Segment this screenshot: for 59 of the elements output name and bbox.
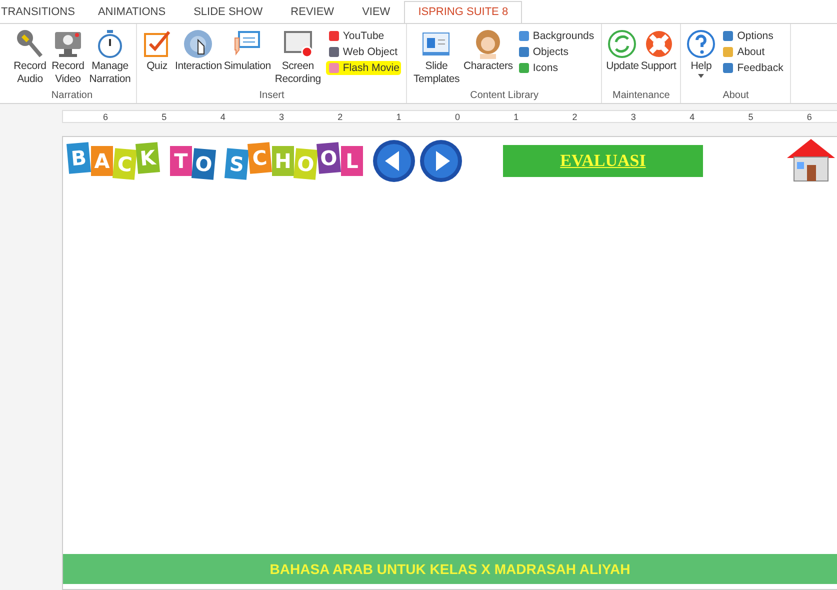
refresh-icon [606, 28, 638, 60]
ribbon-small-button[interactable]: Web Object [326, 45, 402, 59]
ruler-number: 4 [220, 112, 226, 122]
ruler-number: 1 [514, 112, 519, 122]
ribbon-small-button[interactable]: YouTube [326, 29, 402, 43]
ribbon-small-button[interactable]: About [720, 45, 786, 59]
letter-tile: S [224, 148, 249, 180]
ribbon-button[interactable]: Manage Narration [87, 26, 133, 90]
ruler-number: 5 [162, 112, 167, 122]
letter-tile: B [66, 142, 91, 174]
ribbon-button[interactable]: Interaction [174, 26, 223, 90]
ribbon-button[interactable]: Record Video [49, 26, 87, 90]
ruler-number: 2 [338, 112, 343, 122]
ruler-number: 0 [454, 112, 460, 122]
ruler-number: 3 [278, 112, 284, 122]
ruler-number: 1 [396, 112, 402, 122]
group-label: Insert [258, 90, 286, 103]
ribbon-small-button[interactable]: Feedback [720, 61, 786, 75]
group-label: Maintenance [612, 90, 671, 103]
letter-tile: L [341, 146, 363, 176]
ribbon-tab[interactable]: ISPRING SUITE 8 [404, 1, 522, 23]
ribbon-button[interactable]: Help [684, 26, 718, 90]
group-label: Content Library [469, 90, 540, 103]
letter-tile: O [293, 148, 318, 180]
ribbon-button[interactable]: Simulation [222, 26, 272, 90]
ribbon-button[interactable]: Update [605, 26, 640, 90]
ruler-number: 3 [630, 112, 636, 122]
letter-tile: C [247, 142, 272, 174]
next-button-icon[interactable] [419, 139, 463, 183]
ribbon-button[interactable]: Record Audio [11, 26, 49, 90]
ribbon-button[interactable]: Quiz [140, 26, 174, 90]
group-label: Narration [50, 90, 94, 103]
ruler-number: 6 [806, 112, 812, 122]
letter-tile: H [272, 146, 294, 176]
group-label: About [722, 90, 750, 103]
ribbon-button[interactable]: Screen Recording [272, 26, 324, 90]
letter-tile: K [135, 142, 160, 174]
ribbon-small-button[interactable]: Flash Movie [326, 61, 402, 75]
ribbon-button[interactable]: Support [640, 26, 678, 90]
ribbon-small-button[interactable]: Icons [516, 61, 596, 75]
ruler-number: 4 [690, 112, 695, 122]
ribbon-button[interactable]: Slide Templates [410, 26, 462, 90]
ruler-number: 5 [748, 112, 754, 122]
ribbon-small-button[interactable]: Backgrounds [516, 29, 596, 43]
ruler-number: 6 [103, 112, 108, 122]
letter-tile: O [316, 142, 341, 174]
checkbox-icon [141, 28, 173, 60]
ribbon-small-button[interactable]: Options [720, 29, 786, 43]
previous-button-icon[interactable] [372, 139, 416, 183]
footer-banner: BAHASA ARAB UNTUK KELAS X MADRASAH ALIYAH [63, 554, 837, 584]
ruler-number: 2 [572, 112, 578, 122]
letter-tile: O [191, 148, 216, 180]
ribbon-small-button[interactable]: Objects [516, 45, 596, 59]
help-icon [685, 28, 718, 60]
letter-tile: T [170, 146, 192, 176]
letter-tile: C [112, 148, 137, 180]
hand-pointer-icon [182, 28, 214, 60]
ribbon-button[interactable]: Characters [462, 26, 514, 90]
letter-tile: A [91, 146, 113, 176]
